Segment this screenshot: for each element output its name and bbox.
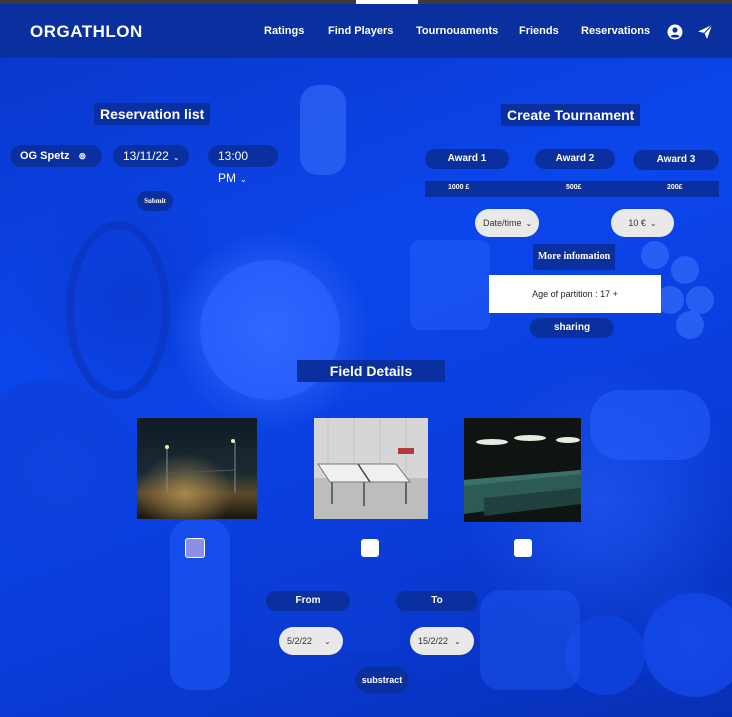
nav-link-find-players[interactable]: Find Players — [328, 25, 393, 37]
field-details-heading: Field Details — [297, 360, 445, 382]
chevron-down-icon: ⌄ — [324, 637, 331, 646]
datetime-placeholder: Date/time — [483, 218, 522, 228]
account-circle-icon[interactable] — [667, 24, 683, 40]
chevron-down-icon: ⌄ — [172, 153, 180, 162]
award-1-value: 1000 £ — [448, 184, 470, 191]
age-requirement-box: Age of partition : 17 + — [489, 275, 661, 313]
tournament-datetime-select[interactable]: Date/time ⌄ — [475, 209, 539, 237]
target-icon: ⊚ — [78, 151, 87, 161]
create-tournament-heading: Create Tournament — [501, 104, 641, 126]
chevron-down-icon: ⌄ — [525, 219, 533, 228]
location-value: OG Spetz — [20, 150, 70, 162]
ping-pong-table-photo[interactable] — [314, 418, 428, 519]
to-label-pill: To — [396, 591, 478, 611]
chevron-down-icon: ⌄ — [454, 637, 461, 646]
substract-submit-button[interactable]: substract — [355, 667, 409, 693]
time-select[interactable]: 13:00 PM ⌄ — [208, 145, 278, 185]
nav-link-ratings[interactable]: Ratings — [264, 25, 304, 37]
from-date-select[interactable]: 5/2/22 ⌄ — [279, 627, 343, 655]
field-1-checkbox[interactable] — [185, 538, 205, 558]
billiard-hall-photo[interactable] — [464, 418, 581, 522]
nav-link-reservations[interactable]: Reservations — [581, 25, 650, 37]
send-paper-plane-icon[interactable] — [697, 24, 713, 40]
brand-logo[interactable]: ORGATHLON — [30, 22, 143, 42]
award-1-button[interactable]: Award 1 — [425, 149, 509, 169]
date-value: 13/11/22 — [123, 149, 169, 163]
nav-link-tournaments[interactable]: Tournouaments — [416, 25, 498, 37]
award-2-button[interactable]: Award 2 — [535, 149, 615, 169]
field-3-checkbox[interactable] — [514, 539, 532, 557]
more-information-button[interactable]: More infomation — [533, 244, 615, 270]
award-3-value: 200£ — [667, 184, 683, 191]
award-values-bar: 1000 £ 500£ 200£ — [425, 181, 719, 197]
to-date-select[interactable]: 15/2/22 ⌄ — [410, 627, 474, 655]
to-date-value: 15/2/22 — [418, 636, 449, 646]
chevron-down-icon: ⌄ — [240, 175, 247, 184]
chevron-down-icon: ⌄ — [649, 219, 657, 228]
top-navigation-bar: ORGATHLON Ratings Find Players Tournouam… — [0, 4, 732, 58]
location-select[interactable]: OG Spetz ⊚ — [10, 145, 102, 167]
award-2-value: 500£ — [566, 184, 582, 191]
sharing-button[interactable]: sharing — [530, 318, 614, 338]
date-select[interactable]: 13/11/22 ⌄ — [113, 145, 189, 167]
fee-value: 10 € — [628, 218, 646, 228]
from-label-pill: From — [266, 591, 350, 611]
outdoor-field-night-photo[interactable] — [137, 418, 257, 519]
tournament-fee-select[interactable]: 10 € ⌄ — [611, 209, 674, 237]
from-date-value: 5/2/22 — [287, 636, 313, 646]
reservation-list-heading: Reservation list — [94, 103, 211, 125]
award-3-button[interactable]: Award 3 — [633, 150, 719, 170]
nav-link-friends[interactable]: Friends — [519, 25, 559, 37]
field-2-checkbox[interactable] — [361, 539, 379, 557]
reservation-submit-button[interactable]: Submit — [137, 191, 173, 211]
